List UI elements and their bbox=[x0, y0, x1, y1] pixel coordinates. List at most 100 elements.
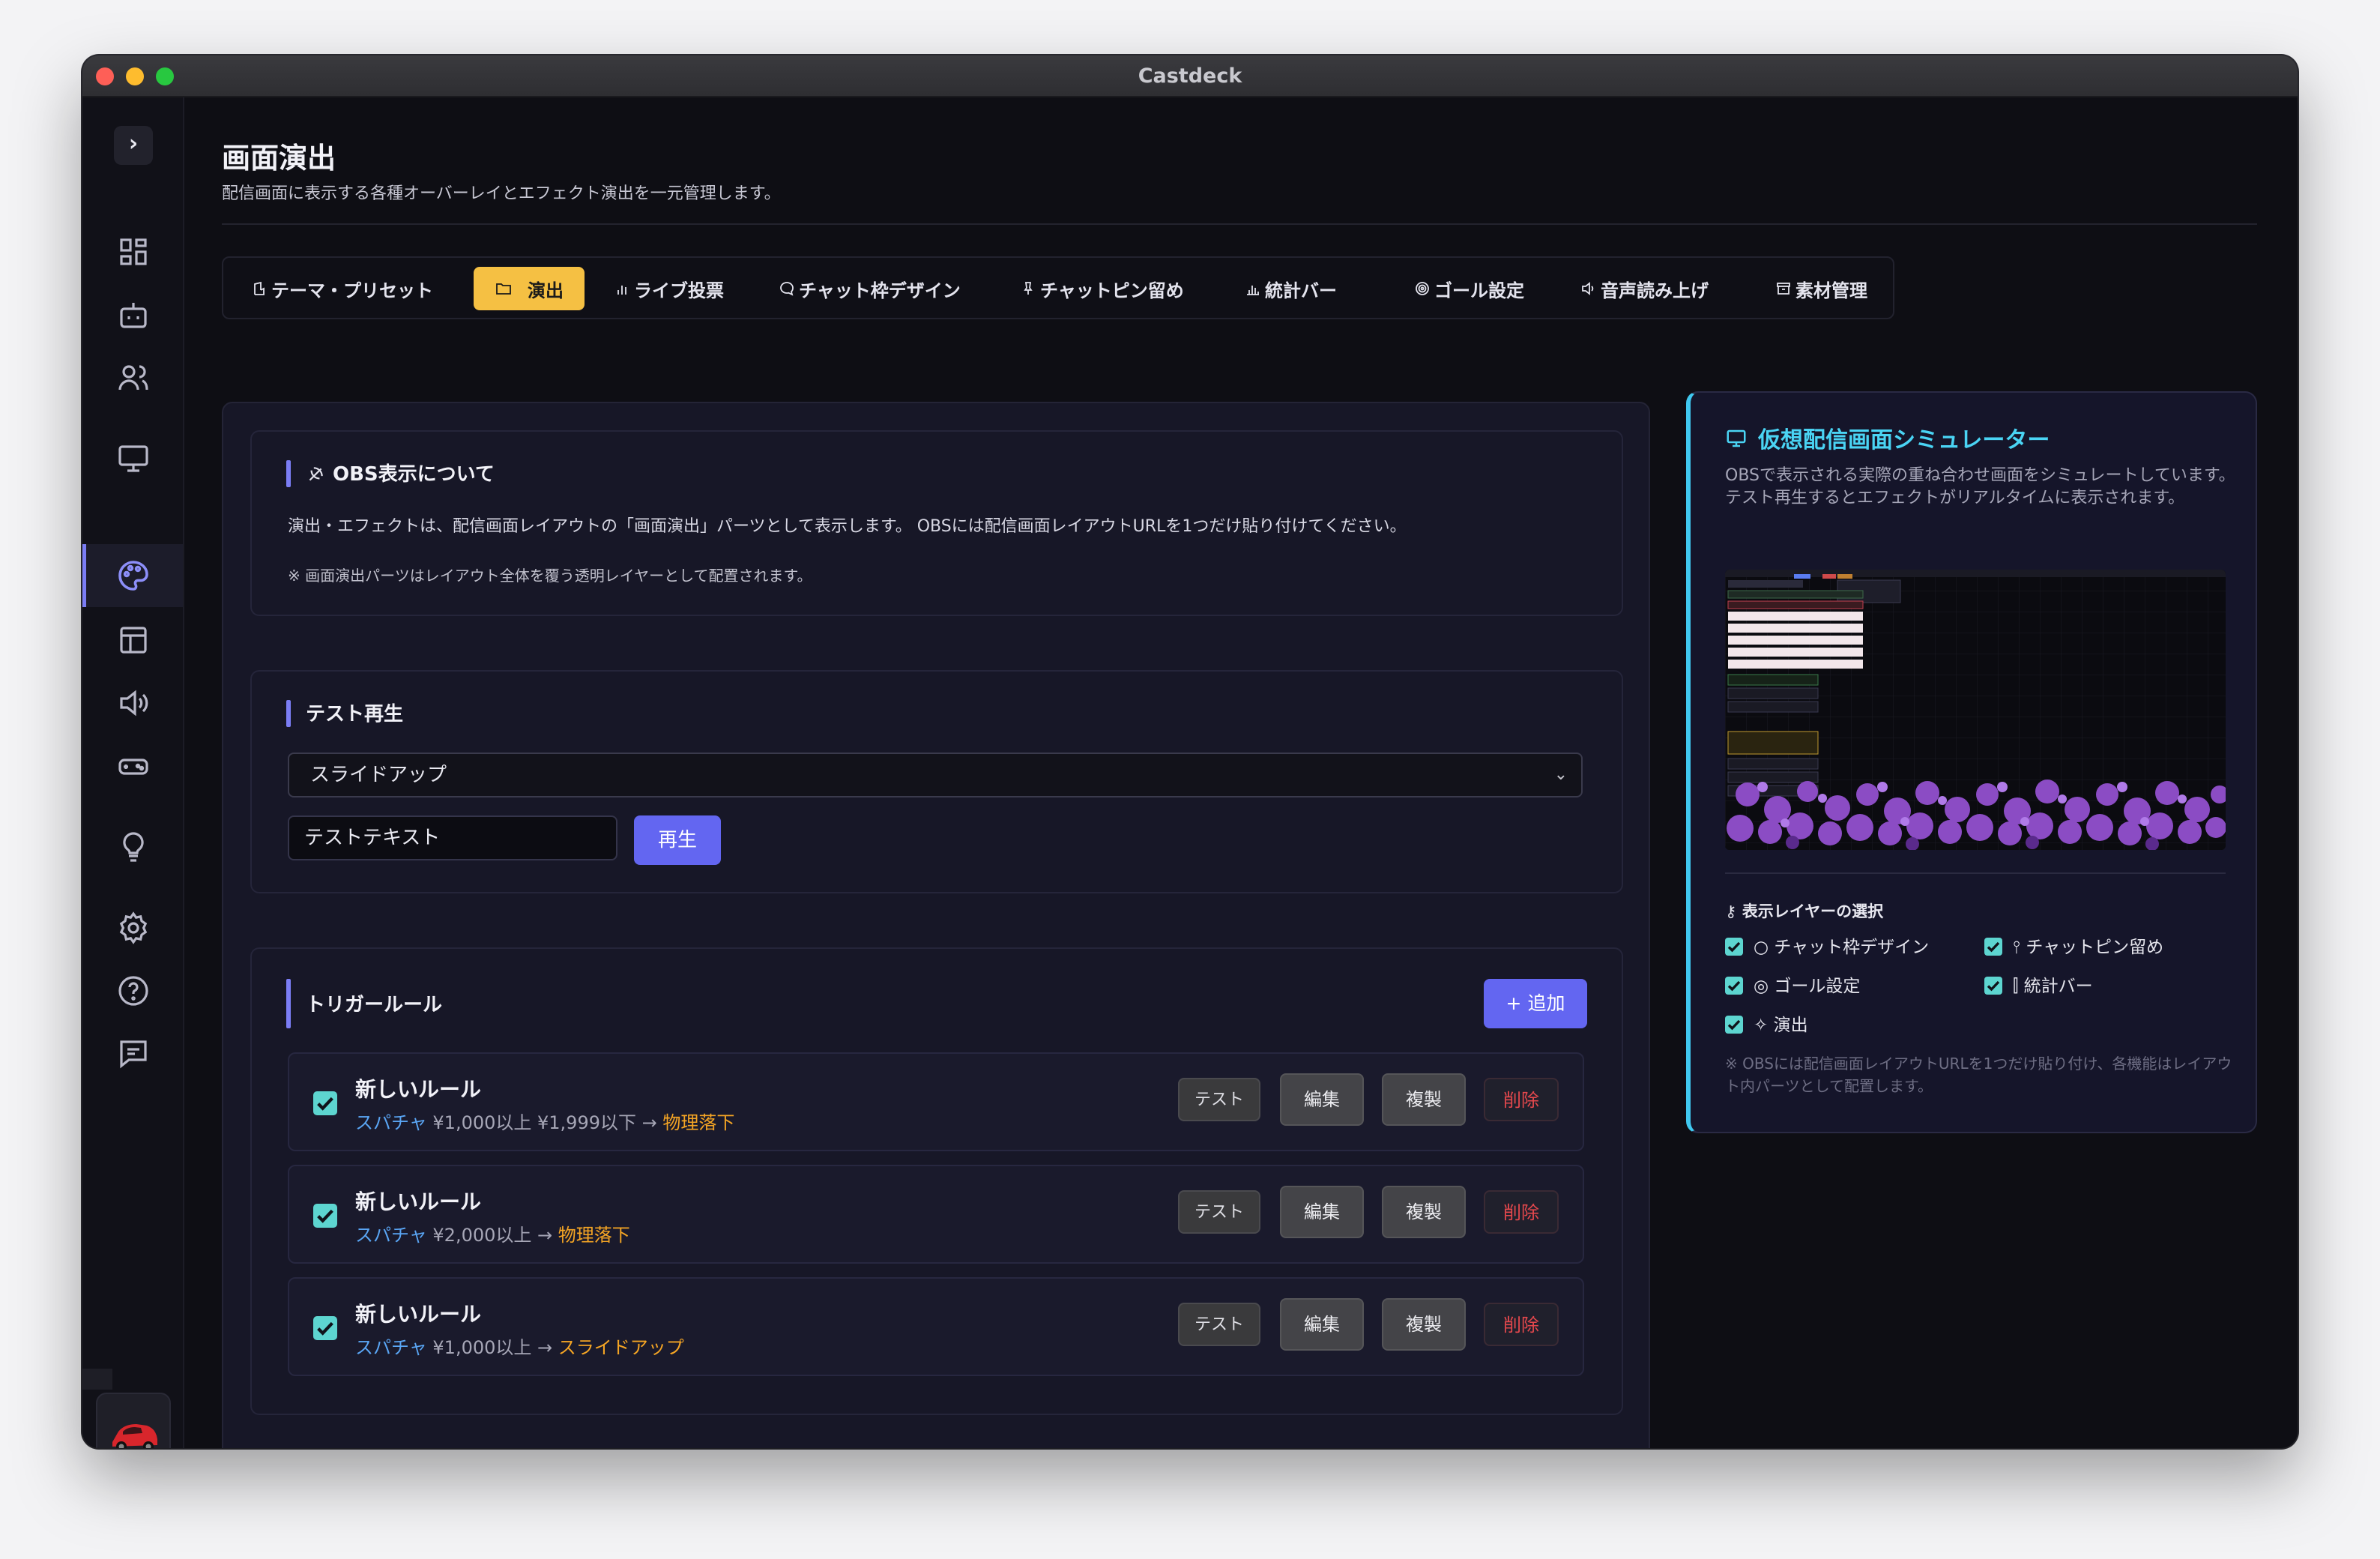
dashboard-icon[interactable] bbox=[115, 234, 151, 270]
chat-icon[interactable] bbox=[115, 1036, 151, 1072]
rule-description: スパチャ ¥1,000以上 ¥1,999以下 → 物理落下 bbox=[355, 1108, 734, 1134]
palette-icon bbox=[254, 281, 265, 295]
layer-toggle-chat-pin[interactable]: ⫯ チャットピン留め bbox=[1984, 932, 2163, 958]
tab-chat-pin[interactable]: チャットピン留め bbox=[1018, 267, 1205, 310]
obs-info-body: 演出・エフェクトは、配信画面レイアウトの「画面演出」パーツとして表示します。 O… bbox=[288, 517, 1407, 536]
simulator-title: 仮想配信画面シミュレーター bbox=[1758, 427, 2050, 453]
sidebar-toggle-button[interactable]: › bbox=[114, 126, 153, 165]
tab-chat-frame-design[interactable]: チャット枠デザイン bbox=[776, 267, 979, 310]
checkmark-icon bbox=[1727, 1019, 1741, 1031]
rule-enabled-checkbox[interactable] bbox=[313, 1316, 337, 1340]
layer-checkbox[interactable] bbox=[1725, 977, 1743, 995]
tab-live-poll[interactable]: ライブ投票 bbox=[611, 267, 754, 310]
tab-effects[interactable]: 演出 bbox=[474, 267, 585, 310]
rule-name: 新しいルール bbox=[355, 1077, 482, 1102]
tab-goal-settings[interactable]: ゴール設定 bbox=[1412, 267, 1547, 310]
effect-select-value: スライドアップ bbox=[310, 764, 447, 786]
avatar[interactable] bbox=[96, 1393, 171, 1448]
tab-asset-management[interactable]: 素材管理 bbox=[1773, 267, 1885, 310]
checkmark-icon bbox=[1727, 980, 1741, 992]
monitor-icon[interactable] bbox=[115, 441, 151, 477]
trigger-rules-title: トリガールール bbox=[306, 994, 443, 1016]
rule-delete-button[interactable]: 削除 bbox=[1484, 1078, 1559, 1121]
simulator-note: ※ OBSには配信画面レイアウトURLを1つだけ貼り付け、各機能はレイアウト内パ… bbox=[1725, 1055, 2232, 1095]
layer-toggle-goal[interactable]: ◎ ゴール設定 bbox=[1725, 971, 1860, 997]
tab-stats-bar[interactable]: 統計バー bbox=[1242, 267, 1362, 310]
rule-effect: 物理落下 bbox=[558, 1225, 630, 1246]
rule-delete-button[interactable]: 削除 bbox=[1484, 1303, 1559, 1346]
rule-effect: 物理落下 bbox=[662, 1112, 735, 1133]
rule-row: 新しいルール スパチャ ¥2,000以上 → 物理落下 テスト 編集 複製 削除 bbox=[288, 1165, 1584, 1264]
stats-icon bbox=[1247, 286, 1259, 295]
checkmark-icon bbox=[317, 1097, 333, 1111]
layer-checkbox[interactable] bbox=[1725, 1016, 1743, 1034]
checkmark-icon bbox=[317, 1209, 333, 1223]
rule-arrow: → bbox=[641, 1112, 657, 1133]
layout-icon[interactable] bbox=[115, 622, 151, 658]
speaker-icon[interactable] bbox=[115, 685, 151, 721]
rule-enabled-checkbox[interactable] bbox=[313, 1204, 337, 1228]
rule-enabled-checkbox[interactable] bbox=[313, 1091, 337, 1115]
rule-edit-button[interactable]: 編集 bbox=[1280, 1298, 1364, 1351]
rule-trigger: スパチャ bbox=[355, 1337, 427, 1358]
checkmark-icon bbox=[1987, 980, 2000, 992]
effect-select[interactable]: スライドアップ ⌄ bbox=[288, 753, 1583, 797]
rule-trigger: スパチャ bbox=[355, 1112, 427, 1133]
layer-toggle-chat-frame[interactable]: ○ チャット枠デザイン bbox=[1725, 932, 1929, 958]
sidebar-active-indicator bbox=[82, 544, 86, 607]
rule-duplicate-button[interactable]: 複製 bbox=[1382, 1073, 1466, 1126]
rule-edit-button[interactable]: 編集 bbox=[1280, 1186, 1364, 1238]
test-play-title: テスト再生 bbox=[306, 703, 404, 726]
test-text-input[interactable]: テストテキスト bbox=[288, 815, 617, 860]
rule-condition: ¥1,000以上 ¥1,999以下 bbox=[432, 1112, 636, 1133]
users-icon[interactable] bbox=[115, 360, 151, 396]
test-play-panel: テスト再生 スライドアップ ⌄ テストテキスト 再生 bbox=[250, 670, 1623, 893]
help-icon[interactable] bbox=[115, 973, 151, 1009]
page-subtitle: 配信画面に表示する各種オーバーレイとエフェクト演出を一元管理します。 bbox=[222, 184, 781, 203]
monitor-icon bbox=[1727, 429, 1746, 447]
rule-description: スパチャ ¥2,000以上 → 物理落下 bbox=[355, 1220, 630, 1246]
rule-delete-button[interactable]: 削除 bbox=[1484, 1190, 1559, 1234]
key-icon: ⚷ bbox=[1725, 902, 1742, 920]
rule-duplicate-button[interactable]: 複製 bbox=[1382, 1298, 1466, 1351]
palette-icon[interactable] bbox=[115, 558, 151, 594]
rule-row: 新しいルール スパチャ ¥1,000以上 → スライドアップ テスト 編集 複製… bbox=[288, 1277, 1584, 1376]
rule-test-button[interactable]: テスト bbox=[1178, 1078, 1260, 1121]
rule-edit-button[interactable]: 編集 bbox=[1280, 1073, 1364, 1126]
chat-bubble-icon: ○ bbox=[1754, 938, 1775, 957]
rule-test-button[interactable]: テスト bbox=[1178, 1190, 1260, 1234]
checkmark-icon bbox=[1987, 941, 2000, 953]
chat-bubble-icon bbox=[780, 282, 794, 296]
add-rule-button[interactable]: + 追加 bbox=[1484, 979, 1587, 1028]
stats-icon: ⫿ bbox=[2013, 977, 2024, 996]
satellite-icon bbox=[309, 467, 323, 481]
tab-text-to-speech[interactable]: 音声読み上げ bbox=[1578, 267, 1736, 310]
rule-condition: ¥1,000以上 bbox=[432, 1337, 532, 1358]
window-title: Castdeck bbox=[1138, 64, 1242, 88]
rule-name: 新しいルール bbox=[355, 1189, 482, 1214]
layer-toggle-effects[interactable]: ✧ 演出 bbox=[1725, 1010, 1808, 1036]
tab-bar: テーマ・プリセット 演出 ライブ投票 チャット枠デザイン チャットピン留め 統計… bbox=[222, 256, 1894, 319]
bot-icon[interactable] bbox=[115, 297, 151, 333]
layer-toggle-stats-bar[interactable]: ⫿ 統計バー bbox=[1984, 971, 2093, 997]
settings-icon[interactable] bbox=[115, 910, 151, 946]
checkmark-icon bbox=[317, 1321, 333, 1336]
simulator-panel: 仮想配信画面シミュレーター OBSで表示される実際の重ね合わせ画面をシミュレート… bbox=[1686, 391, 2257, 1133]
header-divider bbox=[222, 223, 2257, 225]
lightbulb-icon[interactable] bbox=[115, 829, 151, 865]
layer-checkbox[interactable] bbox=[1984, 977, 2002, 995]
rule-description: スパチャ ¥1,000以上 → スライドアップ bbox=[355, 1333, 684, 1359]
rule-condition: ¥2,000以上 bbox=[432, 1225, 532, 1246]
main-content: 画面演出 配信画面に表示する各種オーバーレイとエフェクト演出を一元管理します。 … bbox=[184, 97, 2298, 1448]
rule-name: 新しいルール bbox=[355, 1302, 482, 1327]
layer-checkbox[interactable] bbox=[1725, 938, 1743, 956]
rule-test-button[interactable]: テスト bbox=[1178, 1303, 1260, 1346]
gamepad-icon[interactable] bbox=[115, 748, 151, 784]
play-button[interactable]: 再生 bbox=[634, 815, 721, 865]
layer-checkbox[interactable] bbox=[1984, 938, 2002, 956]
simulator-divider bbox=[1725, 872, 2226, 874]
tab-theme-preset[interactable]: テーマ・プリセット bbox=[249, 267, 466, 310]
app-window: Castdeck › 画面演出 配信画面に表示する各種オーバーレイとエフェクト演… bbox=[82, 55, 2298, 1448]
layer-selection-title: ⚷ 表示レイヤーの選択 bbox=[1725, 902, 1884, 920]
rule-duplicate-button[interactable]: 複製 bbox=[1382, 1186, 1466, 1238]
